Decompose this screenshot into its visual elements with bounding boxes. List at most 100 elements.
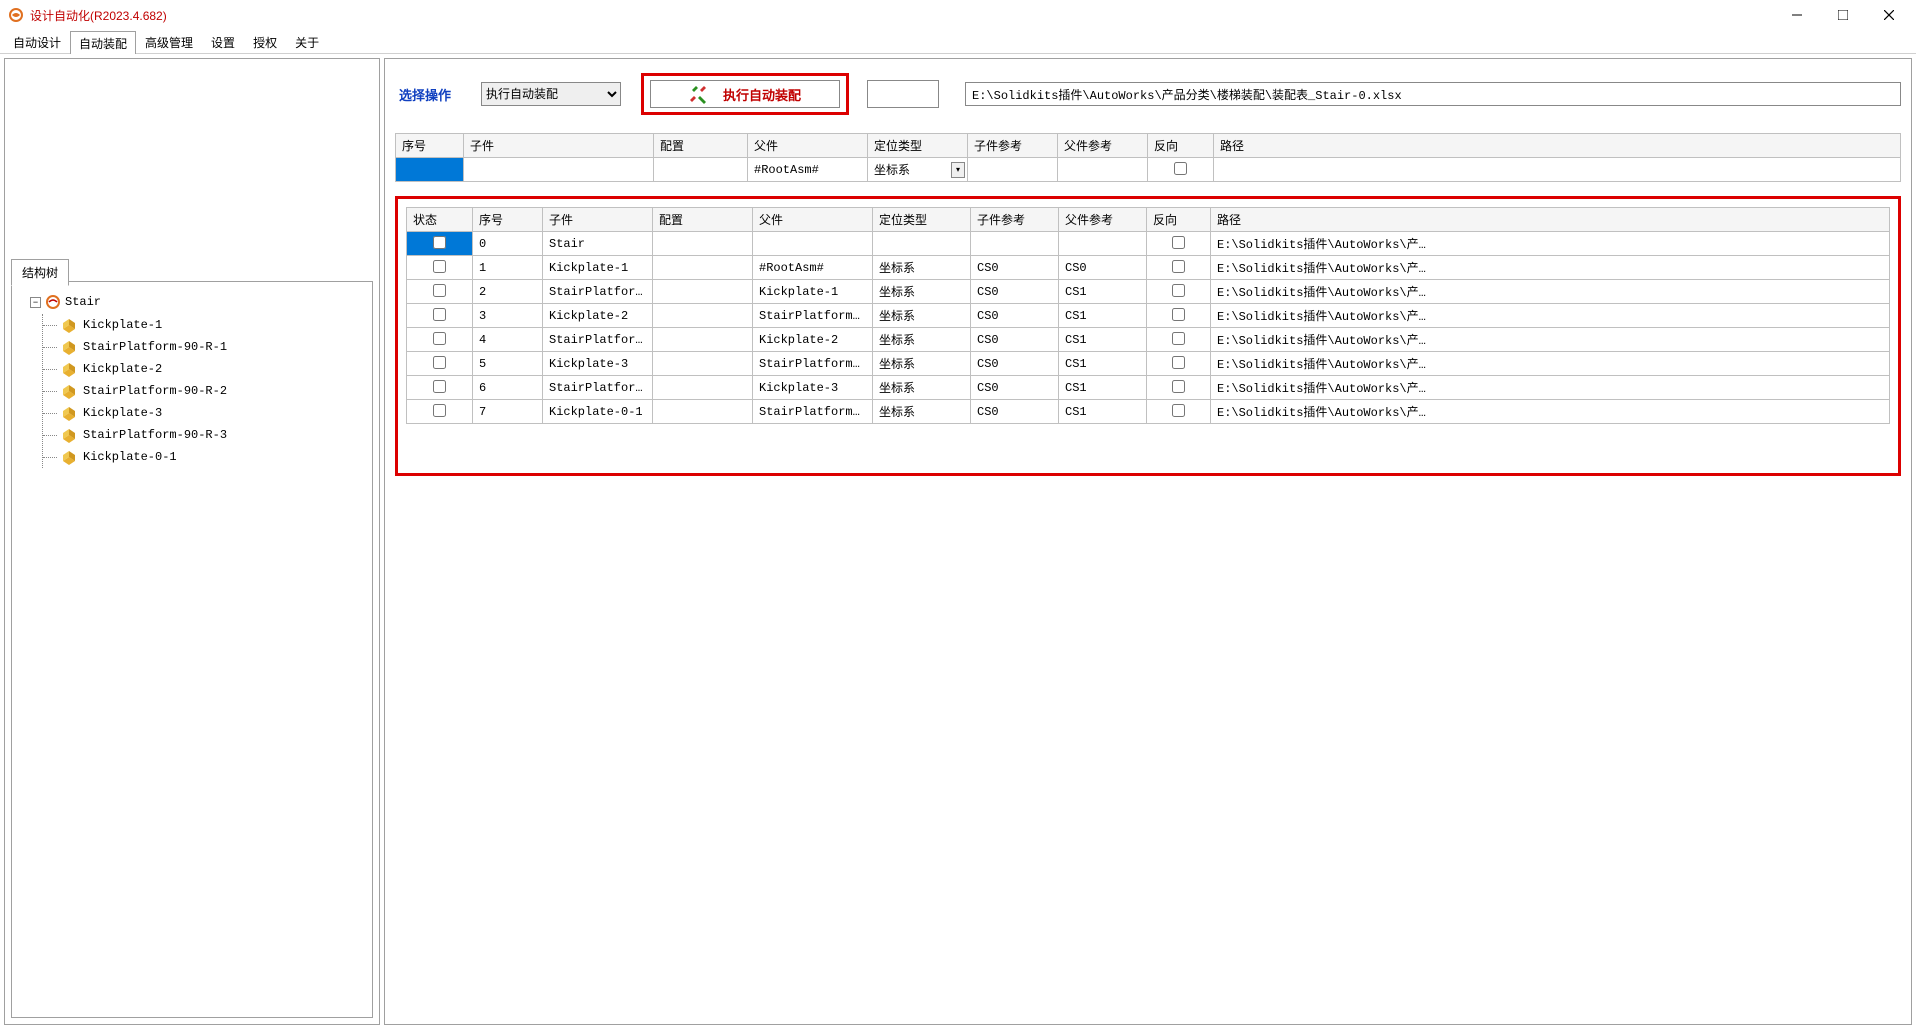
child-cell[interactable]: StairPlatform-90… bbox=[543, 280, 653, 304]
seq-cell[interactable]: 5 bbox=[473, 352, 543, 376]
path-cell[interactable]: E:\Solidkits插件\AutoWorks\产… bbox=[1211, 280, 1890, 304]
reverse-checkbox[interactable] bbox=[1172, 404, 1185, 417]
menu-item[interactable]: 关于 bbox=[286, 30, 328, 53]
seq-cell[interactable]: 3 bbox=[473, 304, 543, 328]
selected-cell[interactable] bbox=[396, 158, 464, 182]
menu-item[interactable]: 自动设计 bbox=[4, 30, 70, 53]
column-header[interactable]: 序号 bbox=[473, 208, 543, 232]
state-cell[interactable] bbox=[407, 304, 473, 328]
child-ref-cell[interactable]: CS0 bbox=[971, 328, 1059, 352]
parent-cell[interactable]: Kickplate-1 bbox=[753, 280, 873, 304]
reverse-cell[interactable] bbox=[1147, 280, 1211, 304]
state-checkbox[interactable] bbox=[433, 260, 446, 273]
parent-cell[interactable]: #RootAsm# bbox=[753, 256, 873, 280]
parent-ref-cell[interactable]: CS1 bbox=[1059, 376, 1147, 400]
close-button[interactable] bbox=[1866, 0, 1912, 30]
table-row[interactable]: 2 StairPlatform-90… Kickplate-1 坐标系 CS0 … bbox=[407, 280, 1890, 304]
child-cell[interactable]: Kickplate-2 bbox=[543, 304, 653, 328]
table-row[interactable]: 1 Kickplate-1 #RootAsm# 坐标系 CS0 CS0 E:\S… bbox=[407, 256, 1890, 280]
child-ref-cell[interactable] bbox=[971, 232, 1059, 256]
seq-cell[interactable]: 4 bbox=[473, 328, 543, 352]
state-cell[interactable] bbox=[407, 280, 473, 304]
parent-cell[interactable]: Kickplate-3 bbox=[753, 376, 873, 400]
loc-cell[interactable]: 坐标系 bbox=[873, 352, 971, 376]
seq-cell[interactable]: 6 bbox=[473, 376, 543, 400]
path-cell[interactable]: E:\Solidkits插件\AutoWorks\产… bbox=[1211, 232, 1890, 256]
state-checkbox[interactable] bbox=[433, 308, 446, 321]
tree-tab[interactable]: 结构树 bbox=[11, 259, 69, 286]
config-cell[interactable] bbox=[653, 256, 753, 280]
state-cell[interactable] bbox=[407, 328, 473, 352]
tree-child-node[interactable]: Kickplate-2 bbox=[43, 358, 364, 380]
loc-cell[interactable]: 坐标系 bbox=[873, 280, 971, 304]
column-header[interactable]: 序号 bbox=[396, 134, 464, 158]
reverse-checkbox[interactable] bbox=[1174, 162, 1187, 175]
loc-cell[interactable]: 坐标系 bbox=[873, 256, 971, 280]
execute-auto-assembly-button[interactable]: 执行自动装配 bbox=[650, 80, 840, 108]
path-cell[interactable]: E:\Solidkits插件\AutoWorks\产… bbox=[1211, 400, 1890, 424]
reverse-cell[interactable] bbox=[1147, 256, 1211, 280]
operation-select[interactable]: 执行自动装配 bbox=[481, 82, 621, 106]
parent-cell[interactable] bbox=[753, 232, 873, 256]
path-cell[interactable] bbox=[1214, 158, 1901, 182]
column-header[interactable]: 子件参考 bbox=[968, 134, 1058, 158]
child-cell[interactable]: Stair bbox=[543, 232, 653, 256]
parent-cell[interactable]: StairPlatform-90… bbox=[753, 400, 873, 424]
table-row[interactable]: 0 Stair E:\Solidkits插件\AutoWorks\产… bbox=[407, 232, 1890, 256]
column-header[interactable]: 反向 bbox=[1148, 134, 1214, 158]
child-ref-cell[interactable]: CS0 bbox=[971, 352, 1059, 376]
column-header[interactable]: 定位类型 bbox=[873, 208, 971, 232]
child-cell[interactable]: Kickplate-1 bbox=[543, 256, 653, 280]
reverse-cell[interactable] bbox=[1147, 400, 1211, 424]
state-cell[interactable] bbox=[407, 232, 473, 256]
table-row[interactable]: 4 StairPlatform-90… Kickplate-2 坐标系 CS0 … bbox=[407, 328, 1890, 352]
config-cell[interactable] bbox=[653, 304, 753, 328]
column-header[interactable]: 父件 bbox=[753, 208, 873, 232]
column-header[interactable]: 子件参考 bbox=[971, 208, 1059, 232]
config-cell[interactable] bbox=[653, 232, 753, 256]
column-header[interactable]: 定位类型 bbox=[868, 134, 968, 158]
parent-ref-cell[interactable] bbox=[1058, 158, 1148, 182]
parent-ref-cell[interactable] bbox=[1059, 232, 1147, 256]
table-row[interactable]: #RootAsm# 坐标系 ▾ bbox=[396, 158, 1901, 182]
reverse-cell[interactable] bbox=[1147, 352, 1211, 376]
loc-cell[interactable] bbox=[873, 232, 971, 256]
state-cell[interactable] bbox=[407, 400, 473, 424]
menu-item[interactable]: 设置 bbox=[202, 30, 244, 53]
config-cell[interactable] bbox=[654, 158, 748, 182]
parent-cell[interactable]: StairPlatform-90… bbox=[753, 352, 873, 376]
tree-child-node[interactable]: StairPlatform-90-R-1 bbox=[43, 336, 364, 358]
maximize-button[interactable] bbox=[1820, 0, 1866, 30]
table-row[interactable]: 7 Kickplate-0-1 StairPlatform-90… 坐标系 CS… bbox=[407, 400, 1890, 424]
path-cell[interactable]: E:\Solidkits插件\AutoWorks\产… bbox=[1211, 352, 1890, 376]
parent-cell[interactable]: Kickplate-2 bbox=[753, 328, 873, 352]
column-header[interactable]: 子件 bbox=[543, 208, 653, 232]
tree-collapse-icon[interactable]: − bbox=[30, 297, 41, 308]
loc-cell[interactable]: 坐标系 bbox=[873, 328, 971, 352]
column-header[interactable]: 父件 bbox=[748, 134, 868, 158]
reverse-cell[interactable] bbox=[1147, 328, 1211, 352]
reverse-cell[interactable] bbox=[1147, 304, 1211, 328]
tree-child-node[interactable]: Kickplate-1 bbox=[43, 314, 364, 336]
state-cell[interactable] bbox=[407, 376, 473, 400]
child-ref-cell[interactable]: CS0 bbox=[971, 256, 1059, 280]
parent-ref-cell[interactable]: CS1 bbox=[1059, 400, 1147, 424]
child-ref-cell[interactable]: CS0 bbox=[971, 280, 1059, 304]
loc-cell[interactable]: 坐标系 bbox=[873, 376, 971, 400]
tree-child-node[interactable]: StairPlatform-90-R-2 bbox=[43, 380, 364, 402]
reverse-checkbox[interactable] bbox=[1172, 332, 1185, 345]
column-header[interactable]: 配置 bbox=[654, 134, 748, 158]
assembly-config-table[interactable]: 序号子件配置父件定位类型子件参考父件参考反向路径 #RootAsm# 坐标系 ▾ bbox=[395, 133, 1901, 182]
child-cell[interactable] bbox=[464, 158, 654, 182]
parent-ref-cell[interactable]: CS1 bbox=[1059, 280, 1147, 304]
column-header[interactable]: 路径 bbox=[1214, 134, 1901, 158]
state-cell[interactable] bbox=[407, 352, 473, 376]
menu-item[interactable]: 高级管理 bbox=[136, 30, 202, 53]
config-cell[interactable] bbox=[653, 328, 753, 352]
tree-child-node[interactable]: Kickplate-0-1 bbox=[43, 446, 364, 468]
state-checkbox[interactable] bbox=[433, 380, 446, 393]
config-cell[interactable] bbox=[653, 352, 753, 376]
path-cell[interactable]: E:\Solidkits插件\AutoWorks\产… bbox=[1211, 304, 1890, 328]
reverse-checkbox[interactable] bbox=[1172, 236, 1185, 249]
config-cell[interactable] bbox=[653, 400, 753, 424]
